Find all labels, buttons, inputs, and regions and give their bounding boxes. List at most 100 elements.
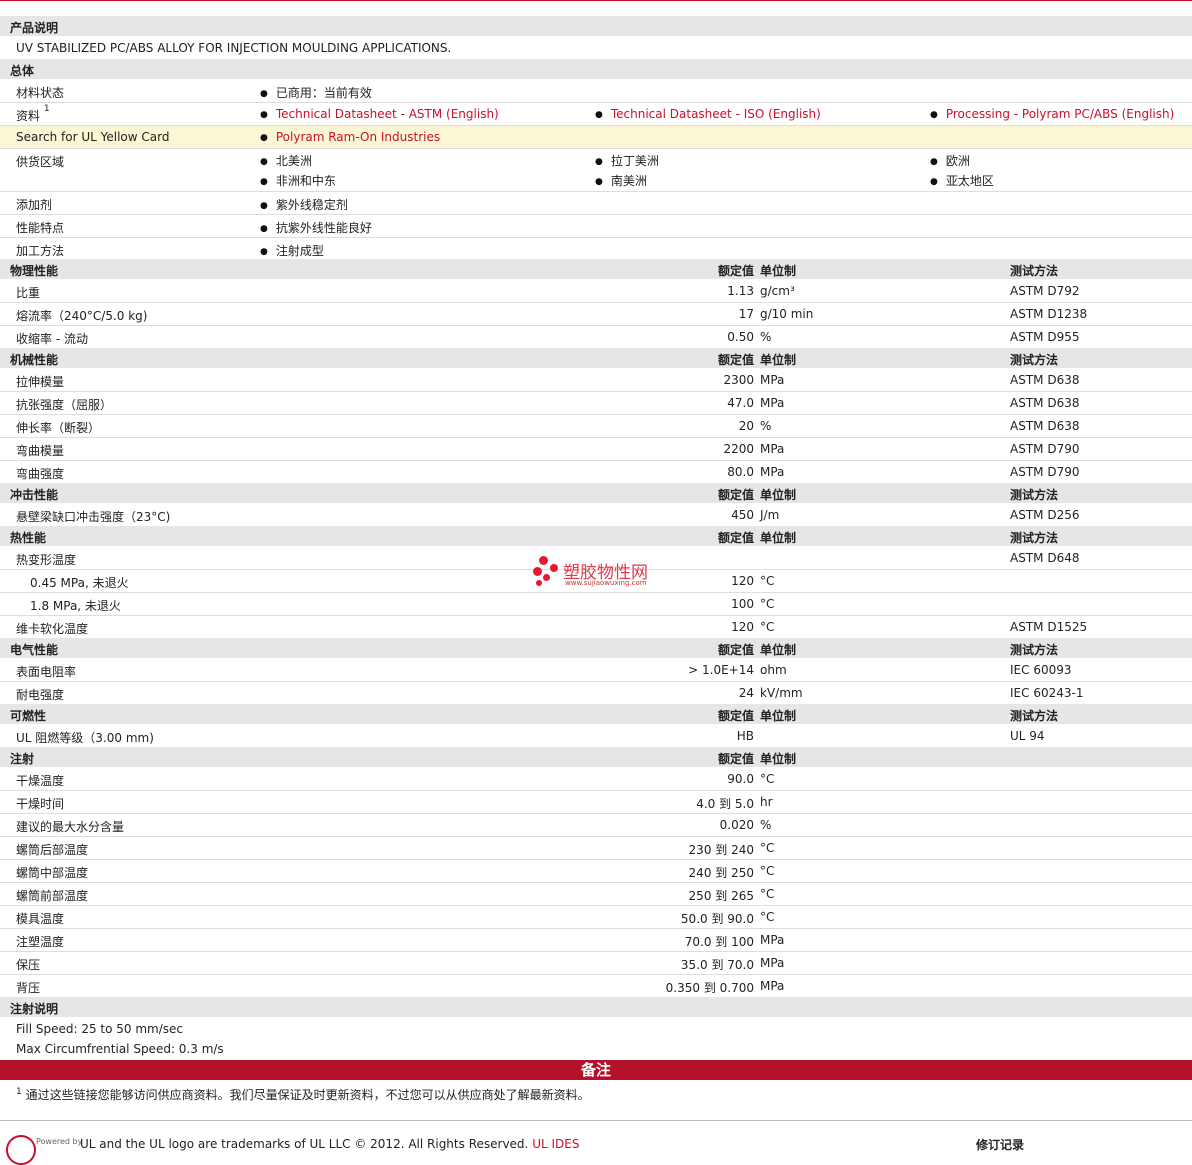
property-value: 70.0 到 100 <box>684 935 754 949</box>
test-method: ASTM D648 <box>1010 551 1080 565</box>
property-unit: MPa <box>760 979 785 993</box>
property-label: 弯曲模量 <box>16 444 65 458</box>
property-row: 干燥时间 4.0 到 5.0 hr <box>0 791 1192 814</box>
col-header-value: 额定值 <box>717 709 754 723</box>
col-header-method: 测试方法 <box>1010 488 1059 502</box>
property-row: 背压 0.350 到 0.700 MPa <box>0 975 1192 998</box>
col-header-value: 额定值 <box>717 353 754 367</box>
section-title: 机械性能 <box>10 353 59 367</box>
property-value: 35.0 到 70.0 <box>680 958 754 972</box>
property-label: 保压 <box>16 958 41 972</box>
property-unit: MPa <box>760 396 785 410</box>
property-label: UL 阻燃等级（3.00 mm) <box>16 731 154 745</box>
status-label: 材料状态 <box>16 86 65 100</box>
section-header-thermal: 热性能 额定值 单位制 测试方法 <box>0 526 1192 547</box>
property-label: 干燥温度 <box>16 774 65 788</box>
section-title: 总体 <box>10 64 35 78</box>
region-item: 欧洲 <box>930 152 970 169</box>
section-header-impact: 冲击性能 额定值 单位制 测试方法 <box>0 483 1192 504</box>
property-unit: MPa <box>760 465 785 479</box>
process-label: 加工方法 <box>16 244 65 258</box>
property-unit: °C <box>760 597 775 611</box>
injection-note-line: Max Circumfrential Speed: 0.3 m/s <box>16 1042 224 1056</box>
property-value: HB <box>736 729 754 743</box>
section-title: 注射 <box>10 752 35 766</box>
property-unit: °C <box>760 864 775 878</box>
section-title: 物理性能 <box>10 264 59 278</box>
property-value: 120 <box>731 620 754 634</box>
ul-ides-link[interactable]: UL IDES <box>532 1137 579 1151</box>
docs-row: 资料 1 Technical Datasheet - ASTM (English… <box>0 103 1192 126</box>
property-label: 干燥时间 <box>16 797 65 811</box>
property-unit: MPa <box>760 933 785 947</box>
property-value: 1.13 <box>727 284 754 298</box>
property-label: 抗张强度（屈服） <box>16 398 113 412</box>
revision-history-link[interactable]: 修订记录 <box>976 1136 1024 1153</box>
property-unit: % <box>760 419 772 433</box>
property-label: 耐电强度 <box>16 688 65 702</box>
section-title: 电气性能 <box>10 643 59 657</box>
section-header-flammability: 可燃性 额定值 单位制 测试方法 <box>0 704 1192 725</box>
region-item: 亚太地区 <box>930 172 994 189</box>
property-row: 弯曲强度 80.0 MPa ASTM D790 <box>0 461 1192 484</box>
test-method: ASTM D790 <box>1010 442 1080 456</box>
property-value: 80.0 <box>727 465 754 479</box>
property-label: 1.8 MPa, 未退火 <box>30 599 121 613</box>
section-title: 注射说明 <box>10 1002 59 1016</box>
property-unit: °C <box>760 574 775 588</box>
ul-yellow-card-label: Search for UL Yellow Card <box>16 130 170 144</box>
product-desc-row: UV STABILIZED PC/ABS ALLOY FOR INJECTION… <box>0 37 1192 59</box>
property-unit: MPa <box>760 373 785 387</box>
property-value: 47.0 <box>727 396 754 410</box>
property-row: 表面电阻率 > 1.0E+14 ohm IEC 60093 <box>0 659 1192 682</box>
property-row: 维卡软化温度 120 °C ASTM D1525 <box>0 616 1192 639</box>
col-header-unit: 单位制 <box>760 752 797 766</box>
property-label: 弯曲强度 <box>16 467 65 481</box>
property-label: 熔流率（240°C/5.0 kg) <box>16 309 148 323</box>
additive-row: 添加剂 紫外线稳定剂 <box>0 192 1192 215</box>
property-label: 热变形温度 <box>16 553 77 567</box>
property-value: > 1.0E+14 <box>688 663 754 677</box>
col-header-method: 测试方法 <box>1010 531 1059 545</box>
property-label: 表面电阻率 <box>16 665 77 679</box>
section-title: 冲击性能 <box>10 488 59 502</box>
process-row: 加工方法 注射成型 <box>0 238 1192 261</box>
doc-link-processing[interactable]: Processing - Polyram PC/ABS (English) <box>930 107 1174 121</box>
ul-yellow-card-link[interactable]: Polyram Ram-On Industries <box>260 130 440 144</box>
trademark-text: UL and the UL logo are trademarks of UL … <box>80 1137 580 1151</box>
col-header-value: 额定值 <box>717 531 754 545</box>
property-value: 2300 <box>723 373 754 387</box>
col-header-unit: 单位制 <box>760 531 797 545</box>
col-header-unit: 单位制 <box>760 264 797 278</box>
property-row: 1.8 MPa, 未退火 100 °C <box>0 593 1192 616</box>
property-unit: hr <box>760 795 773 809</box>
property-row: 抗张强度（屈服） 47.0 MPa ASTM D638 <box>0 392 1192 415</box>
test-method: ASTM D1525 <box>1010 620 1088 634</box>
regions-label: 供货区域 <box>16 155 65 169</box>
property-label: 模具温度 <box>16 912 65 926</box>
col-header-unit: 单位制 <box>760 488 797 502</box>
property-value: 240 到 250 <box>688 866 754 880</box>
section-title: 热性能 <box>10 531 47 545</box>
property-value: 17 <box>738 307 754 321</box>
property-value: 120 <box>731 574 754 588</box>
property-value: 100 <box>731 597 754 611</box>
property-unit: g/10 min <box>760 307 814 321</box>
section-header-injection: 注射 额定值 单位制 <box>0 747 1192 768</box>
test-method: ASTM D955 <box>1010 330 1080 344</box>
doc-link-iso[interactable]: Technical Datasheet - ISO (English) <box>595 107 821 121</box>
additive-value: 紫外线稳定剂 <box>260 196 348 213</box>
section-header-mechanical: 机械性能 额定值 单位制 测试方法 <box>0 348 1192 369</box>
col-header-method: 测试方法 <box>1010 709 1059 723</box>
doc-link-astm[interactable]: Technical Datasheet - ASTM (English) <box>260 107 499 121</box>
test-method: UL 94 <box>1010 729 1045 743</box>
test-method: IEC 60243-1 <box>1010 686 1084 700</box>
property-label: 螺筒前部温度 <box>16 889 89 903</box>
property-value: 450 <box>731 508 754 522</box>
test-method: ASTM D792 <box>1010 284 1080 298</box>
col-header-value: 额定值 <box>717 752 754 766</box>
col-header-method: 测试方法 <box>1010 353 1059 367</box>
property-label: 比重 <box>16 286 41 300</box>
property-label: 伸长率（断裂） <box>16 421 101 435</box>
region-item: 非洲和中东 <box>260 172 336 189</box>
